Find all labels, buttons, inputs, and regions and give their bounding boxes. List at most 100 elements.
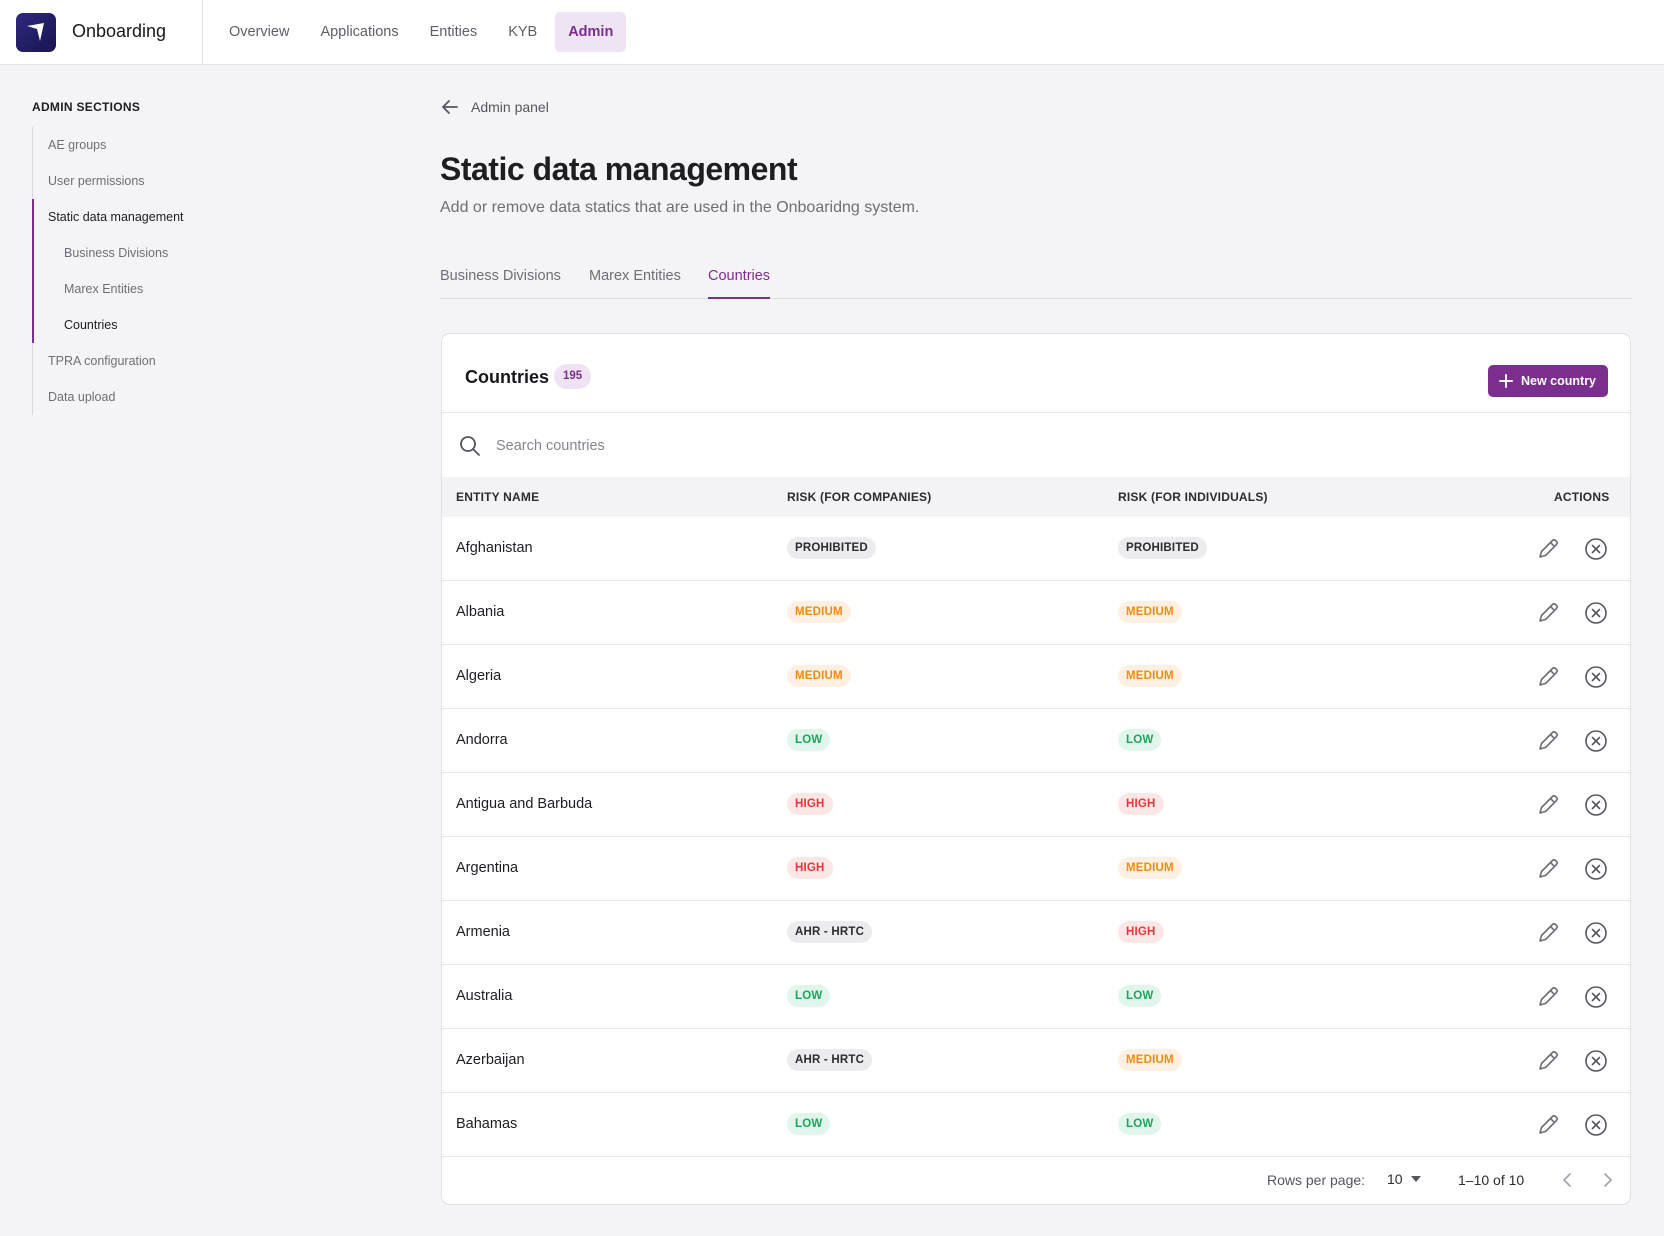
back-link-label: Admin panel: [471, 99, 549, 115]
table-row[interactable]: Algeria MEDIUM MEDIUM: [442, 645, 1630, 709]
pencil-icon[interactable]: [1535, 856, 1561, 882]
risk-individuals-badge: LOW: [1118, 985, 1162, 1007]
nav-applications[interactable]: Applications: [307, 12, 411, 52]
sidebar-item-static-data-management[interactable]: Static data management: [33, 199, 252, 235]
risk-companies-badge: MEDIUM: [787, 601, 851, 623]
pencil-icon[interactable]: [1535, 1048, 1561, 1074]
table-header: ENTITY NAME RISK (FOR COMPANIES) RISK (F…: [442, 477, 1630, 517]
sidebar-item-user-permissions[interactable]: User permissions: [33, 163, 252, 199]
sidebar-item-business-divisions[interactable]: Business Divisions: [33, 235, 252, 271]
pencil-icon[interactable]: [1535, 792, 1561, 818]
entity-name: Antigua and Barbuda: [456, 796, 593, 812]
tab-countries[interactable]: Countries: [708, 268, 771, 299]
pencil-icon[interactable]: [1535, 536, 1561, 562]
plus-icon: [1498, 374, 1513, 388]
entity-name: Bahamas: [456, 1116, 518, 1132]
caret-down-icon: [1410, 1176, 1421, 1182]
entity-name: Algeria: [456, 668, 502, 684]
logo-icon: [16, 13, 56, 52]
card-title: Countries: [465, 367, 550, 387]
pencil-icon[interactable]: [1535, 664, 1561, 690]
rows-per-page-select[interactable]: 10: [1387, 1171, 1421, 1187]
risk-individuals-badge: MEDIUM: [1118, 601, 1182, 623]
pencil-icon[interactable]: [1535, 600, 1561, 626]
countries-card: Countries 195 New country ENTITY NAME RI…: [441, 333, 1631, 1205]
entity-name: Argentina: [456, 860, 519, 876]
app-name: Onboarding: [72, 21, 167, 41]
sidebar-item-marex-entities[interactable]: Marex Entities: [33, 271, 252, 307]
close-circle-icon[interactable]: [1584, 537, 1608, 561]
nav-overview[interactable]: Overview: [216, 12, 302, 52]
search-bar: [442, 414, 1630, 477]
search-icon: [460, 436, 480, 456]
column-header-risk-companies[interactable]: RISK (FOR COMPANIES): [787, 490, 931, 504]
tab-marex-entities[interactable]: Marex Entities: [589, 268, 681, 299]
close-circle-icon[interactable]: [1584, 1113, 1608, 1137]
table-row[interactable]: Albania MEDIUM MEDIUM: [442, 581, 1630, 645]
main-nav: Overview Applications Entities KYB Admin: [216, 12, 627, 52]
table-row[interactable]: Armenia AHR - HRTC HIGH: [442, 901, 1630, 965]
rows-per-page-label: Rows per page:: [1267, 1172, 1366, 1188]
risk-individuals-badge: MEDIUM: [1118, 1049, 1182, 1071]
brand[interactable]: Onboarding: [0, 0, 203, 64]
close-circle-icon[interactable]: [1584, 793, 1608, 817]
sidebar-item-countries[interactable]: Countries: [33, 307, 252, 343]
risk-individuals-badge: HIGH: [1118, 793, 1164, 815]
risk-companies-badge: HIGH: [787, 793, 833, 815]
pencil-icon[interactable]: [1535, 1112, 1561, 1138]
risk-companies-badge: LOW: [787, 1113, 831, 1135]
nav-admin[interactable]: Admin: [555, 12, 627, 52]
card-header: Countries 195 New country: [442, 334, 1630, 413]
close-circle-icon[interactable]: [1584, 1049, 1608, 1073]
pagination-range: 1–10 of 10: [1458, 1172, 1525, 1188]
sidebar: AE groups User permissions Static data m…: [31, 127, 252, 415]
pencil-icon[interactable]: [1535, 920, 1561, 946]
close-circle-icon[interactable]: [1584, 729, 1608, 753]
table-row[interactable]: Antigua and Barbuda HIGH HIGH: [442, 773, 1630, 837]
search-input[interactable]: [496, 432, 1096, 460]
sidebar-item-tpra-configuration[interactable]: TPRA configuration: [33, 343, 252, 379]
top-nav-bar: Onboarding Overview Applications Entitie…: [0, 0, 1664, 65]
back-link[interactable]: Admin panel: [440, 97, 549, 117]
column-header-actions: ACTIONS: [1554, 490, 1610, 504]
close-circle-icon[interactable]: [1584, 601, 1608, 625]
sidebar-heading: ADMIN SECTIONS: [32, 100, 141, 114]
close-circle-icon[interactable]: [1584, 665, 1608, 689]
pencil-icon[interactable]: [1535, 984, 1561, 1010]
nav-kyb[interactable]: KYB: [495, 12, 550, 52]
table-row[interactable]: Andorra LOW LOW: [442, 709, 1630, 773]
close-circle-icon[interactable]: [1584, 921, 1608, 945]
nav-entities[interactable]: Entities: [417, 12, 491, 52]
tab-bar: Business Divisions Marex Entities Countr…: [440, 256, 1632, 299]
chevron-right-icon[interactable]: [1598, 1171, 1616, 1189]
column-header-risk-individuals[interactable]: RISK (FOR INDIVIDUALS): [1118, 490, 1268, 504]
entity-name: Albania: [456, 604, 505, 620]
arrow-left-icon: [442, 100, 458, 114]
column-header-entity-name[interactable]: ENTITY NAME: [456, 490, 539, 504]
risk-individuals-badge: LOW: [1118, 1113, 1162, 1135]
chevron-left-icon[interactable]: [1559, 1171, 1577, 1189]
table-row[interactable]: Afghanistan PROHIBITED PROHIBITED: [442, 517, 1630, 581]
close-circle-icon[interactable]: [1584, 857, 1608, 881]
tab-business-divisions[interactable]: Business Divisions: [440, 268, 561, 299]
risk-companies-badge: LOW: [787, 985, 831, 1007]
table-row[interactable]: Australia LOW LOW: [442, 965, 1630, 1029]
table-row[interactable]: Bahamas LOW LOW: [442, 1093, 1630, 1157]
table-body: Afghanistan PROHIBITED PROHIBITED Albania ME…: [442, 517, 1630, 1157]
new-country-label: New country: [1520, 374, 1596, 388]
entity-name: Afghanistan: [456, 540, 533, 556]
risk-companies-badge: AHR - HRTC: [787, 921, 873, 943]
risk-companies-badge: HIGH: [787, 857, 833, 879]
risk-companies-badge: PROHIBITED: [787, 537, 876, 559]
close-circle-icon[interactable]: [1584, 985, 1608, 1009]
table-row[interactable]: Argentina HIGH MEDIUM: [442, 837, 1630, 901]
sidebar-item-ae-groups[interactable]: AE groups: [33, 127, 252, 163]
rows-per-page-value: 10: [1387, 1171, 1403, 1187]
entity-name: Australia: [456, 988, 513, 1004]
new-country-button[interactable]: New country: [1487, 365, 1608, 397]
sidebar-item-data-upload[interactable]: Data upload: [33, 379, 252, 415]
risk-individuals-badge: LOW: [1118, 729, 1162, 751]
pencil-icon[interactable]: [1535, 728, 1561, 754]
table-row[interactable]: Azerbaijan AHR - HRTC MEDIUM: [442, 1029, 1630, 1093]
risk-companies-badge: AHR - HRTC: [787, 1049, 873, 1071]
